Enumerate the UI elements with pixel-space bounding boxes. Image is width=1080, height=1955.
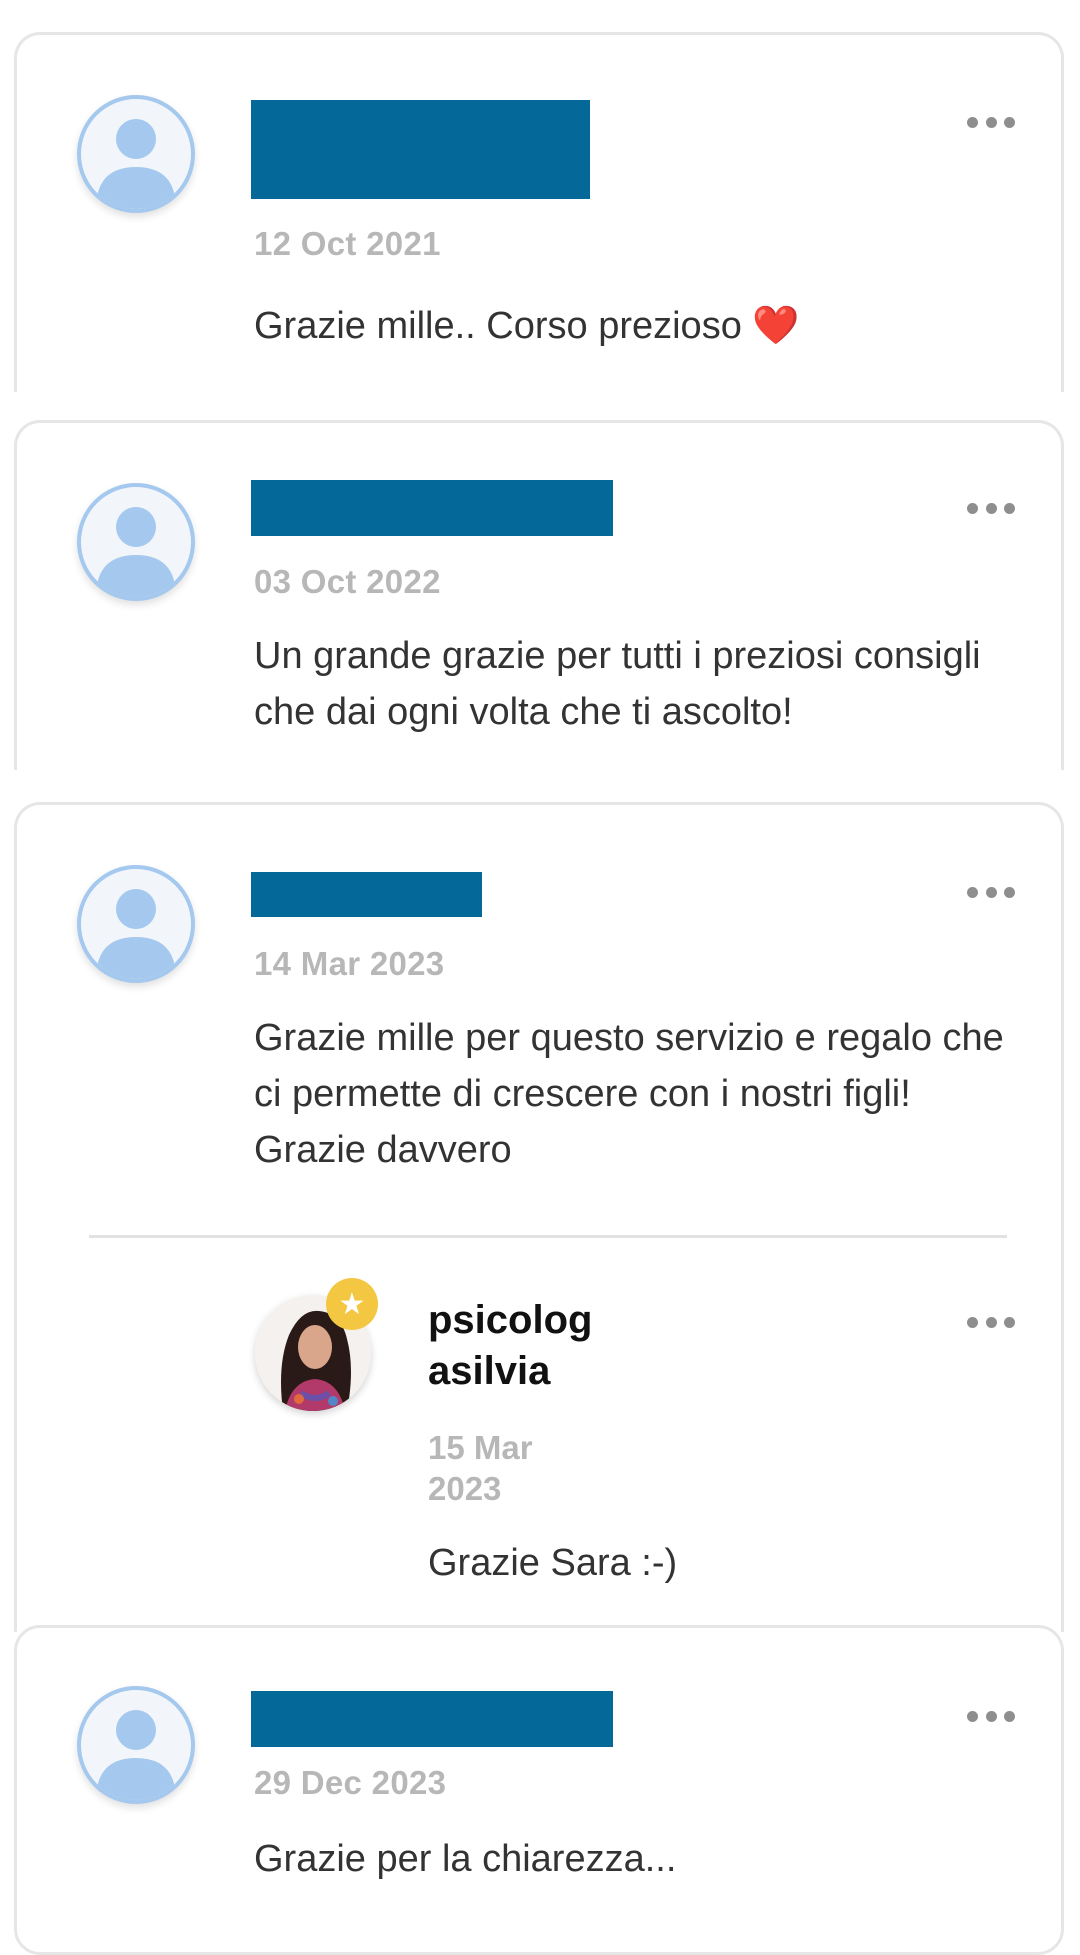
user-avatar-icon[interactable] (77, 1686, 195, 1804)
redacted-author-name[interactable] (251, 480, 613, 536)
reply-date-line1: 15 Mar (428, 1429, 533, 1466)
reply-author-name-line1: psicolog (428, 1298, 593, 1342)
comment-text: Grazie per la chiarezza... (254, 1838, 677, 1880)
user-avatar-icon[interactable] (77, 865, 195, 983)
comment-card: 03 Oct 2022 Un grande grazie per tutti i… (14, 420, 1064, 770)
comment-card: 12 Oct 2021 Grazie mille.. Corso prezios… (14, 32, 1064, 392)
more-options-icon[interactable] (967, 1709, 1015, 1723)
reply-author-name[interactable]: psicolog asilvia (428, 1295, 628, 1397)
comment-date: 03 Oct 2022 (254, 563, 441, 600)
heart-emoji-icon: ❤️ (752, 303, 800, 347)
redacted-author-name[interactable] (251, 872, 482, 917)
comment-text: Un grande grazie per tutti i preziosi co… (254, 635, 981, 733)
reply-date: 15 Mar 2023 (428, 1427, 568, 1509)
reply-author-name-line2: asilvia (428, 1349, 551, 1393)
redacted-author-name[interactable] (251, 1691, 613, 1747)
reply-date-line2: 2023 (428, 1470, 502, 1507)
comment-date: 14 Mar 2023 (254, 945, 445, 982)
reply-text: Grazie Sara :-) (428, 1542, 678, 1584)
more-options-icon[interactable] (967, 1315, 1015, 1329)
star-badge-icon: ★ (326, 1278, 378, 1330)
user-avatar-icon[interactable] (77, 483, 195, 601)
comment-text: Grazie mille per questo servizio e regal… (254, 1017, 1004, 1171)
user-avatar-icon[interactable] (77, 95, 195, 213)
comment-date: 29 Dec 2023 (254, 1764, 447, 1801)
comment-date: 12 Oct 2021 (254, 225, 441, 262)
comment-card: 14 Mar 2023 Grazie mille per questo serv… (14, 802, 1064, 1632)
comment-text-content: Grazie mille.. Corso prezioso (254, 305, 742, 347)
more-options-icon[interactable] (967, 501, 1015, 515)
reply-divider (89, 1235, 1007, 1238)
comment-card: 29 Dec 2023 Grazie per la chiarezza... (14, 1625, 1064, 1955)
redacted-author-name[interactable] (251, 100, 590, 199)
more-options-icon[interactable] (967, 115, 1015, 129)
more-options-icon[interactable] (967, 885, 1015, 899)
comment-text: Grazie mille.. Corso prezioso ❤️ (254, 297, 1014, 354)
